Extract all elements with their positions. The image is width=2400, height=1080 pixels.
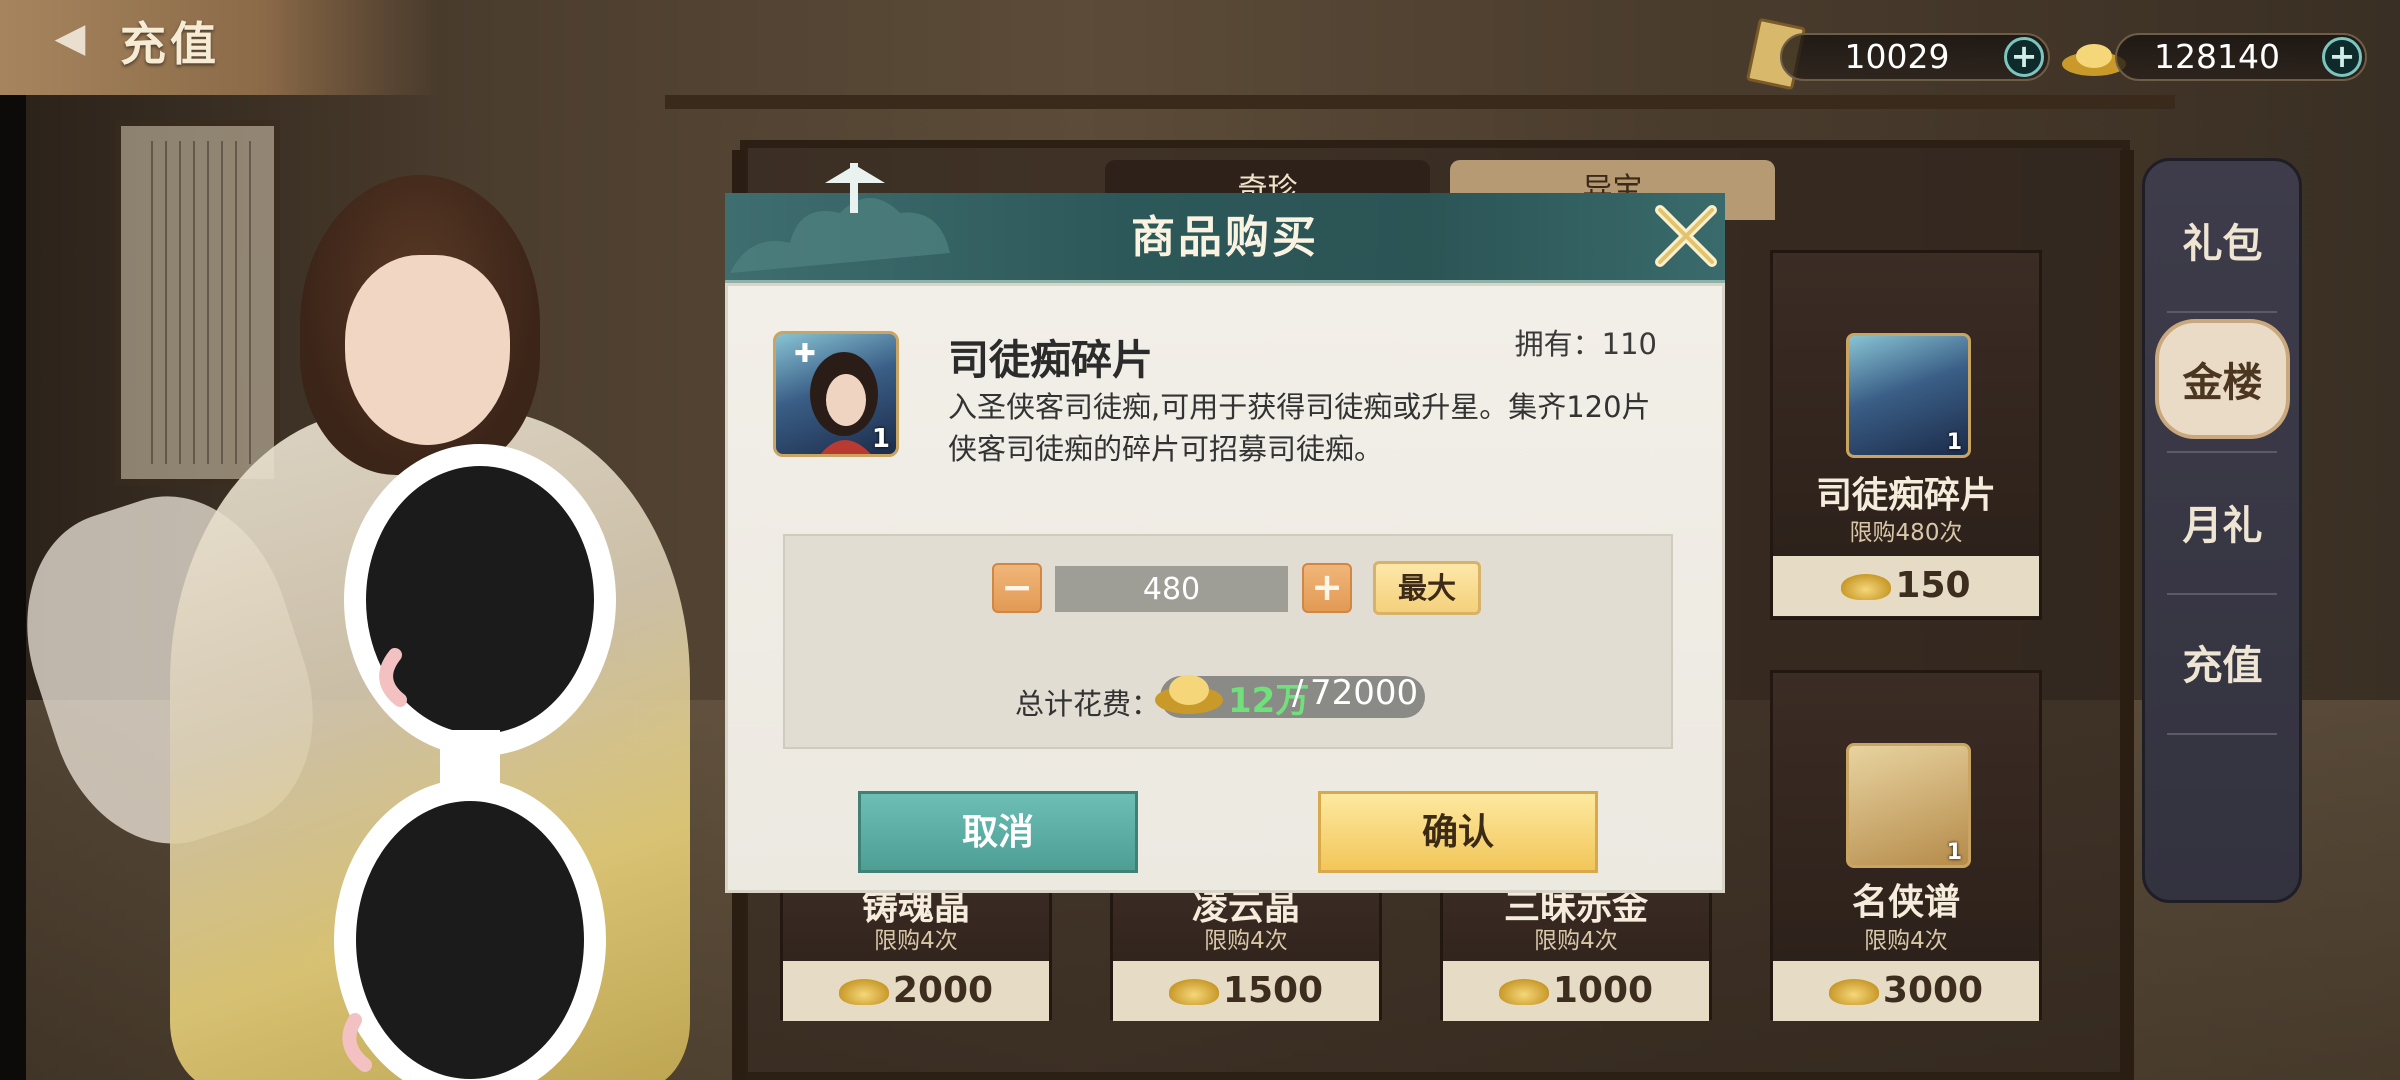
- cost-required: 72000: [1310, 673, 1419, 713]
- gold-ingot-icon: [1155, 675, 1223, 714]
- close-x-icon[interactable]: [1650, 200, 1722, 272]
- cost-separator: /: [1292, 673, 1304, 713]
- cancel-button[interactable]: 取消: [858, 791, 1138, 873]
- item-description: 入圣侠客司徒痴,可用于获得司徒痴或升星。集齐120片侠客司徒痴的碎片可招募司徒痴…: [948, 390, 1651, 466]
- svg-text:✚: ✚: [794, 339, 816, 369]
- dialog-body: ✚ 1 司徒痴碎片 拥有：110 入圣侠客司徒痴,可用于获得司徒痴或升星。集齐1…: [725, 283, 1725, 893]
- quantity-panel: − + 最大 总计花费： 12万 / 72000: [783, 534, 1673, 749]
- total-cost-label: 总计花费：: [1015, 687, 1161, 721]
- quantity-input[interactable]: [1055, 566, 1288, 612]
- decrease-quantity-button[interactable]: −: [992, 563, 1042, 613]
- character-portrait-icon: ✚ 1: [773, 331, 899, 457]
- confirm-button[interactable]: 确认: [1318, 791, 1598, 873]
- max-quantity-button[interactable]: 最大: [1373, 561, 1481, 615]
- increase-quantity-button[interactable]: +: [1302, 563, 1352, 613]
- dialog-title: 商品购买: [1131, 212, 1319, 263]
- purchase-dialog: ✚ 1 司徒痴碎片 拥有：110 入圣侠客司徒痴,可用于获得司徒痴或升星。集齐1…: [725, 163, 1725, 893]
- item-name: 司徒痴碎片: [948, 336, 1153, 384]
- item-qty: 1: [871, 424, 890, 454]
- item-owned-count: 拥有：110: [1514, 327, 1657, 361]
